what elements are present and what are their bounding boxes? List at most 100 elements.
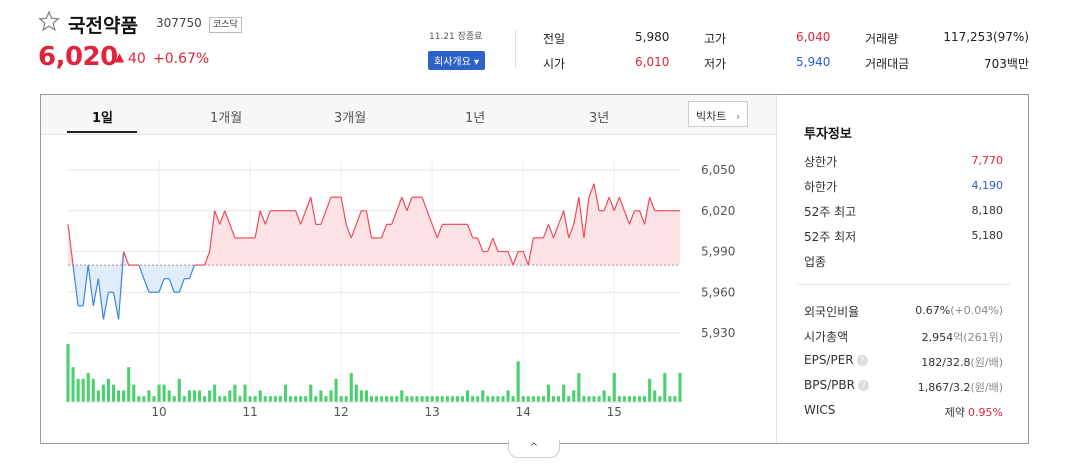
volume-bar [572, 390, 576, 402]
invest-label: EPS/PER? [804, 353, 868, 367]
tab-1-month[interactable]: 1개월 [210, 107, 242, 126]
volume-bar [420, 396, 424, 402]
invest-value: 0.67%(+0.04%) [915, 304, 1003, 317]
summary-value-high: 6,040 [796, 30, 831, 44]
price-change-pct: +0.67% [153, 51, 210, 67]
volume-bar [496, 396, 500, 402]
volume-bar [268, 396, 272, 402]
volume-bar [435, 396, 439, 402]
volume-bar [491, 396, 495, 402]
volume-bar [597, 396, 601, 402]
volume-bar [643, 396, 647, 402]
volume-bar [177, 378, 181, 402]
period-tabs [41, 95, 776, 135]
volume-bar [541, 396, 545, 402]
volume-bar [627, 396, 631, 402]
change-arrow-icon: ▲ [115, 50, 125, 64]
volume-bar [283, 384, 288, 402]
volume-bar [111, 384, 116, 402]
invest-label: 업종 [804, 255, 827, 269]
invest-value: 1,867/3.2(원/배) [918, 379, 1003, 395]
volume-bar [233, 384, 237, 402]
volume-bar [622, 396, 626, 402]
invest-value-main: 제약 [944, 406, 966, 419]
volume-bar [632, 396, 637, 402]
volume-bar [137, 396, 141, 402]
tab-3-years[interactable]: 3년 [589, 107, 609, 126]
market-time: 11.21 장종료 [429, 32, 483, 42]
volume-bar [162, 384, 166, 402]
volume-bar [132, 384, 136, 402]
volume-bar [385, 396, 389, 402]
invest-value-extra: (원/배) [970, 381, 1003, 394]
bigchart-button[interactable]: 빅차트 › [688, 101, 748, 127]
help-icon[interactable]: ? [857, 380, 869, 391]
volume-bar [228, 390, 232, 402]
y-tick-label: 5,990 [701, 245, 735, 259]
volume-bar [192, 390, 197, 402]
collapse-chart-button[interactable]: ^ [508, 440, 560, 458]
summary-label-open: 시가 [543, 57, 566, 71]
favorite-star-icon[interactable] [37, 10, 61, 36]
volume-bar [430, 396, 434, 402]
volume-bar [248, 396, 252, 402]
invest-label: BPS/PBR? [804, 378, 869, 392]
volume-bar [208, 390, 212, 402]
volume-bar [253, 396, 257, 402]
volume-bar [86, 373, 90, 402]
volume-bar [617, 396, 621, 402]
volume-bar [506, 390, 510, 402]
volume-bar [582, 396, 586, 402]
invest-divider [797, 284, 1010, 285]
volume-bar [471, 396, 475, 402]
invest-value: 182/32.8(원/배) [921, 354, 1003, 370]
company-overview-button[interactable]: 회사개요 ▾ [428, 51, 485, 70]
volume-bar [299, 396, 303, 402]
tab-3-months[interactable]: 3개월 [334, 107, 366, 126]
invest-value-main: 1,867/3.2 [917, 381, 971, 394]
volume-bar [380, 396, 384, 402]
invest-label: 52주 최고 [804, 205, 857, 219]
volume-bar [91, 378, 95, 402]
tab-1-year[interactable]: 1년 [465, 107, 485, 126]
help-icon[interactable]: ? [856, 355, 868, 366]
volume-bar [648, 378, 652, 402]
volume-bar [612, 373, 616, 402]
volume-bar [319, 390, 323, 402]
tab-1-day[interactable]: 1일 [92, 107, 113, 126]
volume-bar [425, 396, 429, 402]
volume-bar [390, 396, 394, 402]
volume-bar [557, 396, 561, 402]
volume-bar [127, 367, 131, 402]
volume-bar [546, 384, 551, 402]
volume-bar [607, 396, 611, 402]
volume-bar [167, 390, 171, 402]
volume-bar [481, 390, 485, 402]
volume-bar [653, 390, 657, 402]
invest-value-extra: 억(261위) [953, 331, 1003, 344]
volume-bar [157, 384, 161, 402]
stock-code: 307750 [156, 16, 202, 30]
invest-value-extra: 0.95% [968, 406, 1003, 419]
volume-bar [258, 390, 262, 402]
x-tick-label: 15 [607, 405, 622, 419]
volume-bar [466, 390, 470, 402]
volume-bar [673, 396, 677, 402]
y-tick-label: 6,020 [701, 204, 735, 218]
volume-bar [501, 396, 505, 402]
volume-bar [96, 390, 100, 402]
y-tick-label: 6,050 [701, 163, 735, 177]
volume-bar [294, 396, 298, 402]
invest-value: 7,770 [971, 154, 1004, 167]
volume-bar [147, 390, 151, 402]
invest-label: 52주 최저 [804, 230, 857, 244]
volume-bar [592, 396, 596, 402]
volume-bar [122, 390, 126, 402]
volume-bar [486, 396, 490, 402]
invest-value: 2,954억(261위) [922, 329, 1003, 345]
volume-bar [450, 396, 454, 402]
volume-bar [511, 396, 515, 402]
volume-bar [663, 373, 667, 402]
x-tick-label: 14 [516, 405, 531, 419]
invest-value: 제약 0.95% [945, 404, 1003, 420]
